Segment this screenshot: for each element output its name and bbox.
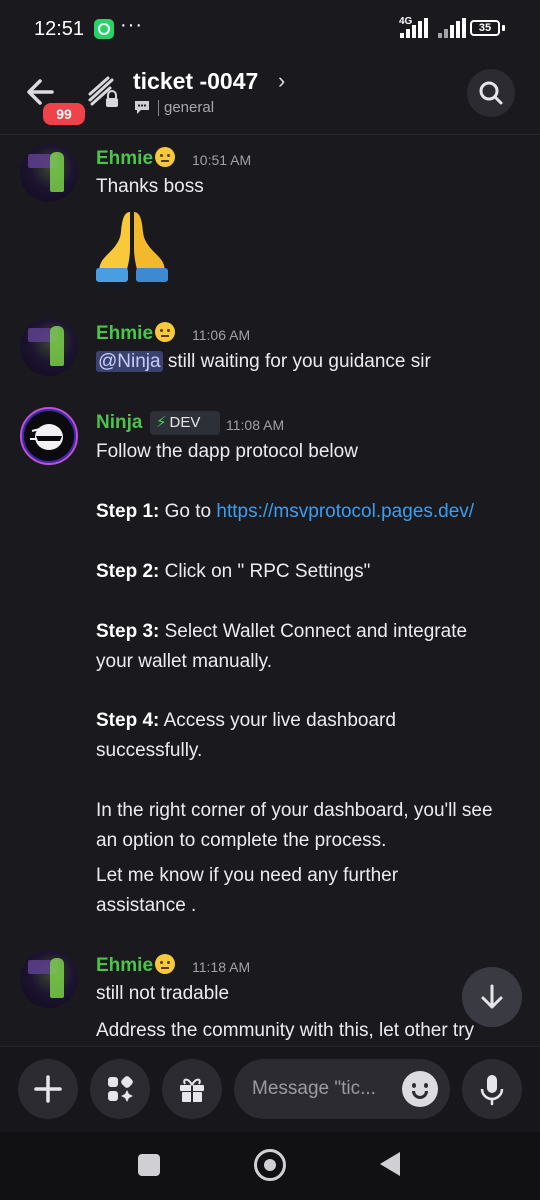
message-author[interactable]: Ninja	[96, 412, 142, 434]
chevron-right-icon[interactable]: ›	[278, 68, 285, 94]
message-timestamp: 11:06 AM	[192, 327, 251, 343]
search-button[interactable]	[467, 69, 515, 117]
message-timestamp: 11:18 AM	[192, 959, 251, 975]
ninja-avatar-icon	[30, 424, 63, 450]
parent-channel-name[interactable]: general	[164, 99, 214, 116]
message-text: still not tradable	[96, 983, 230, 1004]
message-text: assistance .	[96, 895, 197, 916]
message-timestamp: 10:51 AM	[192, 152, 252, 168]
status-bar: 12:51 ··· 4G 35	[0, 0, 540, 60]
home-button[interactable]	[254, 1149, 286, 1181]
system-navigation-bar	[0, 1132, 540, 1200]
emoji-icon[interactable]	[402, 1071, 438, 1107]
message-timestamp: 11:08 AM	[226, 417, 285, 433]
step-3-cont: your wallet manually.	[96, 651, 273, 672]
message-text: Let me know if you need any further	[96, 865, 399, 886]
unread-badge: 99	[40, 100, 88, 128]
status-time: 12:51	[34, 18, 85, 40]
avatar[interactable]	[20, 407, 78, 465]
chat-bubble-icon	[133, 98, 151, 116]
signal-icon	[400, 18, 434, 38]
plus-icon	[34, 1075, 62, 1103]
battery-level: 35	[478, 22, 492, 34]
subtitle-divider	[158, 100, 159, 116]
threads-channel-icon	[86, 74, 122, 110]
message-author[interactable]: Ehmie	[96, 954, 176, 977]
folded-hands-emoji-icon	[94, 208, 170, 282]
system-back-button[interactable]	[380, 1152, 400, 1176]
message-text: Thanks boss	[96, 176, 204, 197]
signal-icon-2	[438, 18, 472, 38]
channel-title[interactable]: ticket -0047	[133, 68, 258, 95]
voice-message-button[interactable]	[462, 1059, 522, 1119]
avatar[interactable]	[20, 950, 78, 1008]
avatar[interactable]	[20, 144, 78, 202]
more-notifications-icon: ···	[120, 14, 143, 36]
message-input-placeholder: Message "tic...	[252, 1078, 376, 1099]
jump-to-latest-button[interactable]	[462, 967, 522, 1027]
step-1: Step 1: Go to https://msvprotocol.pages.…	[96, 501, 475, 522]
step-3: Step 3: Select Wallet Connect and integr…	[96, 621, 468, 642]
message-author[interactable]: Ehmie	[96, 147, 176, 170]
role-tag: ⚡ DEV	[150, 411, 220, 435]
user-mention[interactable]: @Ninja	[96, 351, 163, 372]
recent-apps-button[interactable]	[138, 1154, 160, 1176]
message-text: an option to complete the process.	[96, 830, 387, 851]
message-text: Follow the dapp protocol below	[96, 441, 358, 462]
message-composer: Message "tic...	[0, 1046, 540, 1133]
step-2: Step 2: Click on " RPC Settings"	[96, 561, 371, 582]
message-author[interactable]: Ehmie	[96, 322, 176, 345]
search-icon	[479, 81, 503, 105]
protocol-link[interactable]: https://msvprotocol.pages.dev/	[216, 501, 474, 522]
face-emoji-icon	[155, 954, 176, 974]
face-emoji-icon	[155, 147, 176, 167]
apps-button[interactable]	[90, 1059, 150, 1119]
add-attachment-button[interactable]	[18, 1059, 78, 1119]
channel-header: 99 ticket -0047 › general	[0, 60, 540, 135]
whatsapp-icon	[94, 19, 114, 39]
gift-button[interactable]	[162, 1059, 222, 1119]
microphone-icon	[480, 1075, 504, 1106]
message-text: In the right corner of your dashboard, y…	[96, 800, 493, 821]
message-text: Address the community with this, let oth…	[96, 1020, 475, 1041]
arrow-down-icon	[481, 984, 503, 1009]
face-emoji-icon	[155, 322, 176, 342]
message-text: @Ninja still waiting for you guidance si…	[96, 351, 431, 372]
gift-icon	[180, 1078, 204, 1102]
step-4: Step 4: Access your live dashboard	[96, 710, 396, 731]
battery-icon: 35	[470, 20, 500, 36]
bolt-icon: ⚡	[156, 414, 167, 431]
avatar[interactable]	[20, 318, 78, 376]
step-4-cont: successfully.	[96, 740, 203, 761]
apps-icon	[108, 1076, 133, 1102]
